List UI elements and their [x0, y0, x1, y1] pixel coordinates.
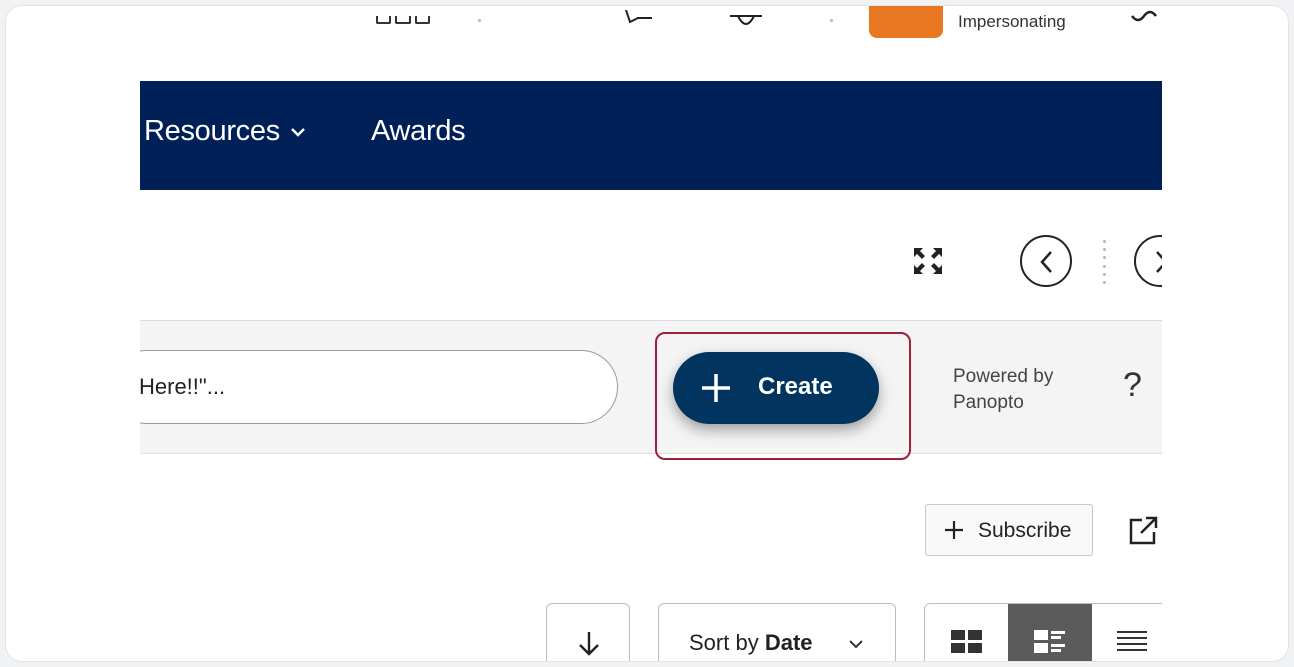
search-input[interactable]: Here!!"...: [140, 350, 618, 424]
plus-icon: [945, 521, 963, 539]
next-button[interactable]: [1134, 235, 1162, 287]
list-view-button[interactable]: [1091, 604, 1162, 661]
arrow-down-icon: [579, 632, 599, 656]
powered-by-text: Powered by: [953, 366, 1054, 387]
page-frame: Impersonating Resources Awards Here!!"..…: [6, 6, 1288, 661]
settings-icon[interactable]: [1130, 10, 1160, 26]
subscribe-button[interactable]: Subscribe: [925, 504, 1093, 556]
apps-grid-icon[interactable]: [376, 16, 430, 24]
thumbnail-view-icon: [951, 630, 982, 653]
viewport: Impersonating Resources Awards Here!!"..…: [140, 6, 1162, 661]
nav-item-awards[interactable]: Awards: [371, 115, 466, 148]
bell-icon[interactable]: [728, 10, 764, 26]
divider-dots: [1103, 240, 1107, 284]
sort-by-select[interactable]: Sort by Date: [658, 603, 896, 661]
subscribe-label: Subscribe: [978, 519, 1072, 542]
course-navbar: Resources Awards: [140, 81, 1162, 190]
powered-by-panopto[interactable]: Powered by Panopto: [953, 364, 1053, 416]
detail-view-icon: [1034, 630, 1065, 653]
chevron-left-icon: [1040, 251, 1052, 273]
previous-button[interactable]: [1020, 235, 1072, 287]
message-icon[interactable]: [624, 10, 654, 24]
panopto-header: Here!!"... Create Powered by Panopto ?: [140, 320, 1162, 460]
view-mode-group: [924, 603, 1162, 661]
avatar[interactable]: [869, 6, 943, 38]
separator-dot: [478, 19, 481, 22]
nav-item-label: Resources: [144, 115, 280, 147]
thumbnail-view-button[interactable]: [925, 604, 1009, 661]
list-view-icon: [1117, 631, 1147, 651]
sort-by-value: Date: [764, 630, 813, 655]
help-button[interactable]: ?: [1123, 366, 1142, 405]
detail-view-button[interactable]: [1008, 604, 1092, 661]
separator-dot: [830, 19, 833, 22]
plus-icon: [702, 374, 730, 402]
sort-direction-button[interactable]: [546, 603, 630, 661]
create-label: Create: [758, 373, 833, 400]
top-header: Impersonating: [140, 6, 1162, 46]
chevron-down-icon: [291, 127, 305, 137]
create-button[interactable]: Create: [673, 352, 879, 424]
chevron-right-icon: [1156, 251, 1162, 273]
panopto-brand: Panopto: [953, 392, 1024, 413]
impersonating-label: Impersonating: [958, 12, 1066, 31]
chevron-down-icon: [849, 640, 863, 649]
nav-item-resources[interactable]: Resources: [144, 115, 306, 148]
search-value: Here!!"...: [140, 374, 226, 399]
fullscreen-icon[interactable]: [912, 246, 944, 276]
sort-by-label: Sort by Date: [689, 630, 813, 655]
open-external-icon[interactable]: [1128, 516, 1160, 546]
